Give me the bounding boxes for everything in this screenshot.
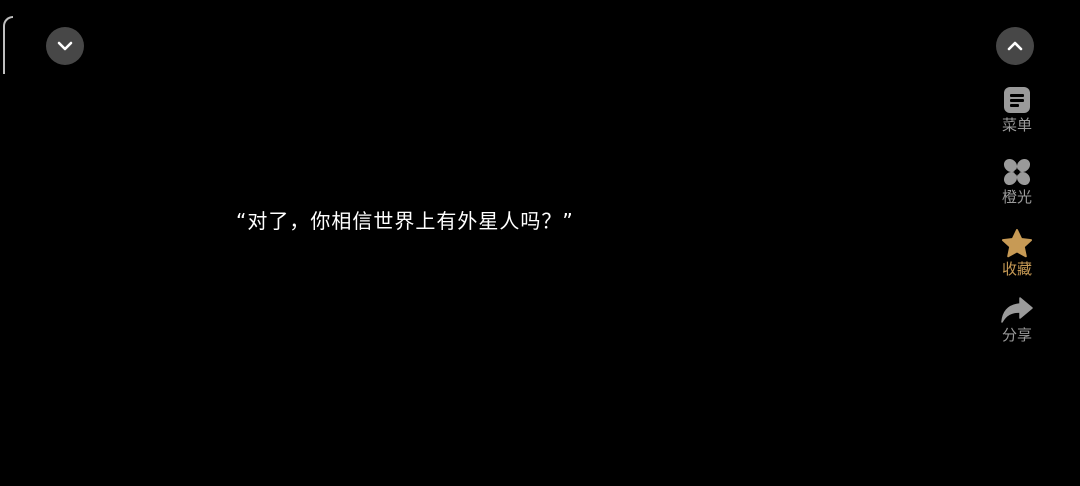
chevron-up-icon xyxy=(1007,41,1023,51)
sidebar-item-favorite[interactable]: 收藏 xyxy=(992,228,1042,278)
flower-icon xyxy=(1000,156,1034,188)
game-screen[interactable]: “对了，你相信世界上有外星人吗？” 菜单 橙光 收藏 分享 xyxy=(0,0,1080,486)
share-arrow-icon xyxy=(1000,294,1034,326)
collapse-button[interactable] xyxy=(46,27,84,65)
sidebar-item-share[interactable]: 分享 xyxy=(992,294,1042,344)
sidebar-item-menu-label: 菜单 xyxy=(1001,116,1032,134)
star-icon xyxy=(1000,228,1034,260)
sidebar-item-favorite-label: 收藏 xyxy=(1001,260,1032,278)
expand-button[interactable] xyxy=(996,27,1034,65)
chevron-down-icon xyxy=(57,41,73,51)
dialogue-text: “对了，你相信世界上有外星人吗？” xyxy=(236,209,574,233)
edge-handle xyxy=(3,16,13,74)
sidebar-item-light[interactable]: 橙光 xyxy=(992,156,1042,206)
sidebar-item-share-label: 分享 xyxy=(1001,326,1032,344)
menu-icon xyxy=(1000,84,1034,116)
sidebar-item-menu[interactable]: 菜单 xyxy=(992,84,1042,134)
sidebar-item-light-label: 橙光 xyxy=(1001,188,1032,206)
